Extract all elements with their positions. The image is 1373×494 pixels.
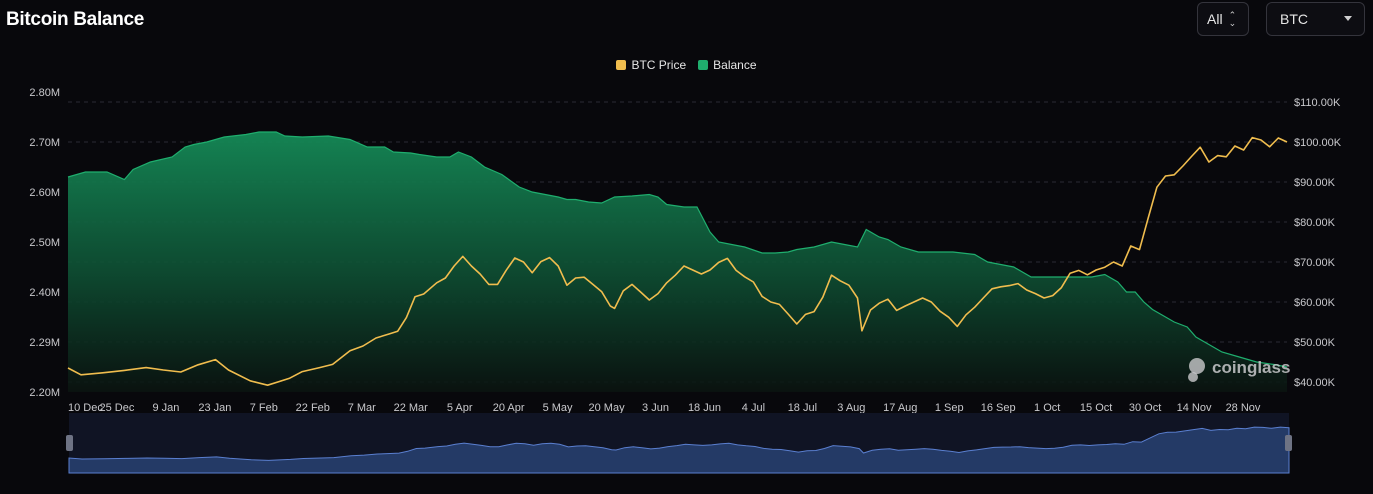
watermark-text: coinglass <box>1212 358 1290 377</box>
right-y-axis: $40.00K $50.00K $60.00K $70.00K $80.00K $90.0… <box>1294 97 1342 389</box>
right-tick-label: $40.00K <box>1294 377 1336 389</box>
x-tick-label: 9 Jan <box>152 402 179 414</box>
x-tick-label: 15 Oct <box>1080 402 1112 414</box>
x-tick-label: 14 Nov <box>1177 402 1212 414</box>
right-tick-label: $70.00K <box>1294 257 1336 269</box>
left-tick-label: 2.80M <box>29 87 60 99</box>
balance-area <box>68 132 1287 392</box>
x-tick-label: 17 Aug <box>883 402 917 414</box>
right-tick-label: $60.00K <box>1294 297 1336 309</box>
left-tick-label: 2.50M <box>29 237 60 249</box>
left-tick-label: 2.20M <box>29 387 60 399</box>
x-tick-label: 23 Jan <box>198 402 231 414</box>
balance-series <box>67 131 1288 392</box>
x-axis: 10 Dec25 Dec 9 Jan 23 Jan 7 Feb 22 Feb 7 Mar 2… <box>68 402 1261 414</box>
balance-chart[interactable]: 2.20M 2.29M 2.40M 2.50M 2.60M 2.70M 2.80M $40.… <box>0 0 1373 494</box>
x-tick-label: 25 Dec <box>100 402 135 414</box>
x-tick-label: 16 Sep <box>981 402 1016 414</box>
x-tick-label: 10 Dec <box>68 402 103 414</box>
x-tick-label: 20 May <box>589 402 626 414</box>
x-tick-label: 7 Feb <box>250 402 278 414</box>
x-tick-label: 1 Oct <box>1034 402 1060 414</box>
left-tick-label: 2.29M <box>29 337 60 349</box>
right-tick-label: $90.00K <box>1294 177 1336 189</box>
range-navigator[interactable] <box>66 413 1292 474</box>
navigator-handle-left[interactable] <box>66 435 73 451</box>
x-tick-label: 18 Jun <box>688 402 721 414</box>
x-tick-label: 7 Mar <box>348 402 376 414</box>
x-tick-label: 3 Aug <box>837 402 865 414</box>
navigator-handle-right[interactable] <box>1285 435 1292 451</box>
x-tick-label: 20 Apr <box>493 402 525 414</box>
x-tick-label: 18 Jul <box>788 402 817 414</box>
x-tick-label: 1 Sep <box>935 402 964 414</box>
x-tick-label: 3 Jun <box>642 402 669 414</box>
coinglass-logo-icon-tail <box>1188 372 1198 382</box>
right-tick-label: $100.00K <box>1294 137 1342 149</box>
x-tick-label: 22 Mar <box>394 402 429 414</box>
x-tick-label: 5 Apr <box>447 402 473 414</box>
right-tick-label: $50.00K <box>1294 337 1336 349</box>
right-tick-label: $80.00K <box>1294 217 1336 229</box>
x-tick-label: 5 May <box>543 402 573 414</box>
left-tick-label: 2.40M <box>29 287 60 299</box>
left-y-axis: 2.20M 2.29M 2.40M 2.50M 2.60M 2.70M 2.80M <box>29 87 60 399</box>
left-tick-label: 2.60M <box>29 187 60 199</box>
left-tick-label: 2.70M <box>29 137 60 149</box>
right-tick-label: $110.00K <box>1294 97 1341 109</box>
x-tick-label: 28 Nov <box>1226 402 1261 414</box>
x-tick-label: 4 Jul <box>742 402 765 414</box>
coinglass-logo-icon <box>1189 358 1205 374</box>
x-tick-label: 30 Oct <box>1129 402 1161 414</box>
x-tick-label: 22 Feb <box>296 402 330 414</box>
